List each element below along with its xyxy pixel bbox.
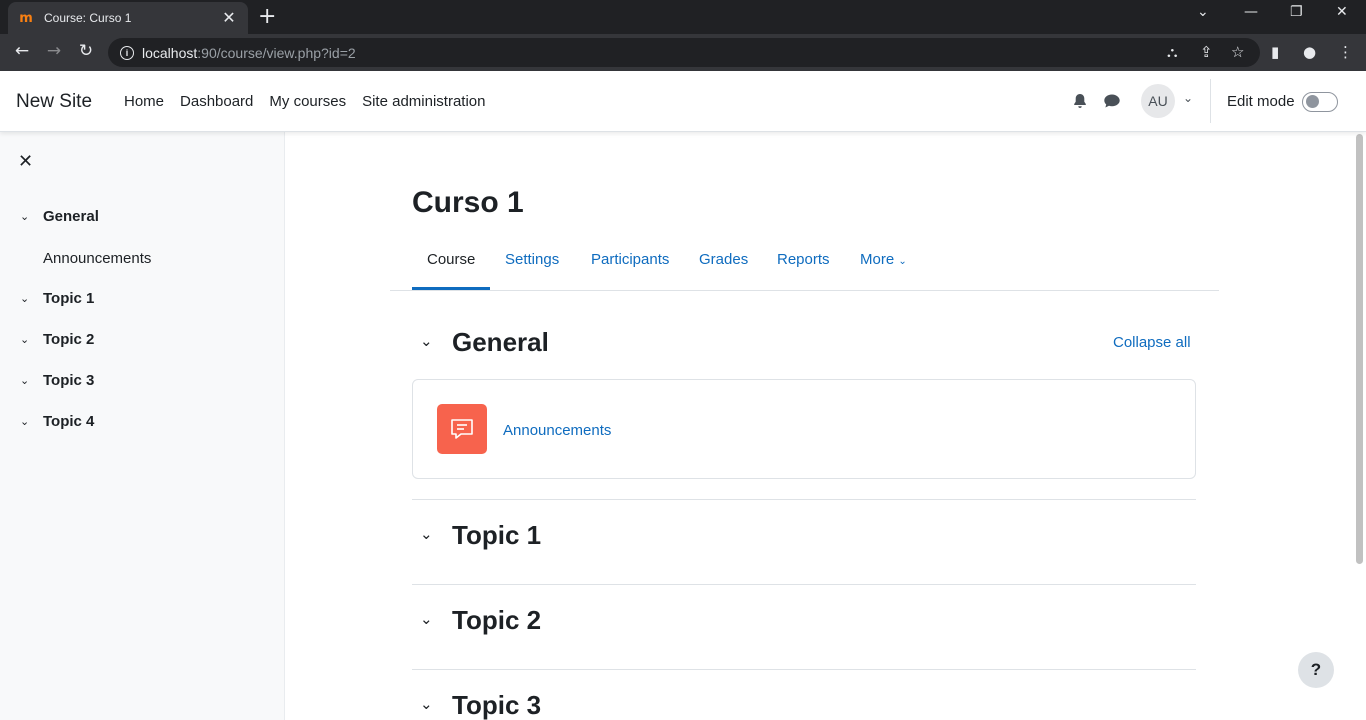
close-tab-icon[interactable]: ✕ [220,8,238,28]
chevron-down-icon[interactable]: ⌄ [20,292,34,305]
activity-link-announcements[interactable]: Announcements [503,422,611,439]
browser-tab[interactable]: m Course: Curso 1 ✕ [8,2,248,34]
chevron-down-icon[interactable]: ⌄ [20,210,34,223]
course-index-drawer: ✕ ⌄ General Announcements ⌄ Topic 1 ⌄ To… [0,132,285,720]
course-index-section-label[interactable]: Topic 3 [43,372,94,389]
messages-chat-icon[interactable] [1103,93,1121,109]
collapse-all-link[interactable]: Collapse all [1113,334,1191,351]
restore-icon[interactable]: ❐ [1290,4,1303,20]
section-divider [412,499,1196,500]
address-bar[interactable]: i localhost:90/course/view.php?id=2 [108,38,1260,67]
section-title-topic-2[interactable]: Topic 2 [452,605,541,636]
course-index-section-label[interactable]: Topic 2 [43,331,94,348]
tab-more-label: More [860,251,895,268]
chevron-down-icon[interactable]: ⌄ [420,332,433,350]
course-index-section-topic-2[interactable]: ⌄ Topic 2 [20,331,94,348]
share-icon[interactable]: ⇪ [1200,43,1213,61]
close-drawer-icon[interactable]: ✕ [18,151,33,172]
toggle-knob [1306,95,1319,108]
tab-title: Course: Curso 1 [44,11,132,25]
url-path: :90/course/view.php?id=2 [197,44,356,61]
reload-icon[interactable]: ↻ [74,41,98,61]
navbar-divider [1210,79,1211,123]
help-button[interactable]: ? [1298,652,1334,688]
chevron-down-icon[interactable]: ⌄ [420,695,433,713]
course-index-item-announcements[interactable]: Announcements [43,250,151,267]
chevron-down-icon[interactable]: ⌄ [420,525,433,543]
new-tab-icon[interactable]: + [258,6,276,28]
tab-participants[interactable]: Participants [591,251,669,268]
profile-icon[interactable]: ● [1303,43,1316,61]
browser-tab-bar: m Course: Curso 1 ✕ + ⌄ — ❐ ✕ [0,0,1366,34]
course-index-section-general[interactable]: ⌄ General [20,208,99,225]
back-icon[interactable]: ← [10,41,34,61]
user-avatar[interactable]: AU [1141,84,1175,118]
chevron-down-icon[interactable]: ⌄ [20,374,34,387]
browser-menu-icon[interactable]: ⋮ [1338,43,1353,61]
window-close-icon[interactable]: ✕ [1336,4,1348,20]
moodle-favicon-icon: m [19,10,33,26]
course-index-section-label[interactable]: Topic 4 [43,413,94,430]
active-tab-indicator [412,287,490,290]
translate-icon[interactable]: ⛬ [1167,43,1178,61]
tab-search-chevron-icon[interactable]: ⌄ [1197,4,1209,20]
course-index-section-topic-4[interactable]: ⌄ Topic 4 [20,413,94,430]
tab-more[interactable]: More ⌄ [860,251,907,268]
course-index-section-label[interactable]: General [43,208,99,225]
side-panel-icon[interactable]: ▮ [1271,43,1279,61]
tab-course[interactable]: Course [427,251,475,268]
section-divider [412,669,1196,670]
nav-home[interactable]: Home [116,93,172,110]
section-title-topic-3[interactable]: Topic 3 [452,690,541,720]
nav-site-administration[interactable]: Site administration [354,93,493,110]
site-name[interactable]: New Site [16,91,92,113]
course-index-section-label[interactable]: Topic 1 [43,290,94,307]
forum-icon-glyph [451,419,473,439]
section-title-topic-1[interactable]: Topic 1 [452,520,541,551]
scrollbar-thumb[interactable] [1356,134,1363,564]
forum-icon [437,404,487,454]
notifications-bell-icon[interactable] [1072,93,1088,109]
user-menu-chevron-icon[interactable]: ⌄ [1183,91,1193,105]
bookmark-star-icon[interactable]: ☆ [1231,43,1244,61]
tab-reports[interactable]: Reports [777,251,830,268]
course-index-section-topic-3[interactable]: ⌄ Topic 3 [20,372,94,389]
page-title: Curso 1 [412,186,524,219]
forward-icon[interactable]: → [42,41,66,61]
browser-toolbar: ← → ↻ i localhost:90/course/view.php?id=… [0,34,1366,71]
site-info-icon[interactable]: i [120,45,134,60]
nav-my-courses[interactable]: My courses [261,93,354,110]
primary-navigation: Home Dashboard My courses Site administr… [116,93,494,110]
edit-mode-label: Edit mode [1227,93,1295,110]
minimize-icon[interactable]: — [1244,4,1258,20]
secondary-navigation: Course Settings Participants Grades Repo… [390,240,1219,291]
chevron-down-icon: ⌄ [898,256,907,267]
section-title-general[interactable]: General [452,327,549,358]
chevron-down-icon[interactable]: ⌄ [20,415,34,428]
url-host: localhost [142,44,198,61]
nav-dashboard[interactable]: Dashboard [172,93,261,110]
activity-card: Announcements [412,379,1196,479]
page-scrollbar[interactable] [1352,132,1366,720]
chevron-down-icon[interactable]: ⌄ [420,610,433,628]
section-divider [412,584,1196,585]
chevron-down-icon[interactable]: ⌄ [20,333,34,346]
tab-settings[interactable]: Settings [505,251,559,268]
tab-grades[interactable]: Grades [699,251,748,268]
edit-mode-toggle[interactable] [1302,92,1338,112]
course-index-section-topic-1[interactable]: ⌄ Topic 1 [20,290,94,307]
